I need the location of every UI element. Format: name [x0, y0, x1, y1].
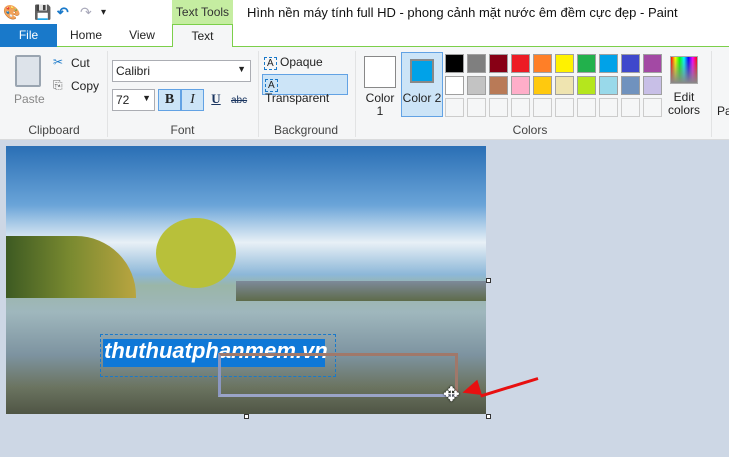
palette-swatch[interactable]	[599, 54, 618, 73]
palette-swatch[interactable]	[643, 54, 662, 73]
resize-handle-corner[interactable]	[486, 414, 491, 419]
tab-file[interactable]: File	[0, 24, 57, 47]
palette-swatch[interactable]	[489, 76, 508, 95]
palette-swatch[interactable]	[467, 76, 486, 95]
copy-button[interactable]: Copy	[71, 79, 99, 93]
font-family-select[interactable]: Calibri ▼	[112, 60, 251, 82]
background-group-label: Background	[273, 123, 339, 137]
palette-swatch[interactable]	[599, 76, 618, 95]
strikethrough-button[interactable]: abc	[231, 95, 247, 106]
opaque-label: Opaque	[280, 55, 323, 69]
palette-swatch[interactable]	[555, 98, 574, 117]
palette-swatch[interactable]	[533, 98, 552, 117]
undo-icon[interactable]: ↶	[57, 4, 69, 21]
tree	[156, 218, 236, 288]
palette-swatch[interactable]	[489, 54, 508, 73]
copy-icon: ⎘	[53, 78, 63, 92]
palette-swatch[interactable]	[533, 76, 552, 95]
palette-swatch[interactable]	[555, 54, 574, 73]
edit-colors-icon	[670, 56, 698, 84]
tab-text[interactable]: Text	[172, 24, 233, 48]
cut-button[interactable]: Cut	[71, 56, 90, 70]
resize-handle-bottom[interactable]	[244, 414, 249, 419]
window-title: Hình nền máy tính full HD - phong cảnh m…	[247, 5, 678, 20]
palette-swatch[interactable]	[621, 76, 640, 95]
palette-swatch[interactable]	[577, 76, 596, 95]
opaque-button[interactable]: A Opaque	[264, 55, 332, 73]
paint-app-icon[interactable]: 🎨	[3, 4, 20, 21]
resize-handle-right[interactable]	[486, 278, 491, 283]
palette-swatch[interactable]	[511, 76, 530, 95]
ribbon-tabs: File Home View Text	[0, 24, 729, 48]
paste-icon	[15, 55, 41, 87]
paste-button[interactable]: Paste	[14, 92, 45, 106]
clipboard-group-label: Clipboard	[28, 123, 80, 137]
palette-swatch[interactable]	[555, 76, 574, 95]
font-size-value: 72	[116, 93, 130, 107]
ribbon: Paste ✂ Cut ⎘ Copy Clipboard Calibri ▼ 72…	[0, 47, 729, 140]
tab-home[interactable]: Home	[62, 24, 110, 47]
font-size-select[interactable]: 72 ▼	[112, 89, 155, 111]
palette-swatch[interactable]	[467, 54, 486, 73]
redo-icon[interactable]: ↷	[80, 4, 92, 21]
palette-swatch[interactable]	[643, 76, 662, 95]
underline-button[interactable]: U	[208, 91, 224, 107]
chevron-down-icon: ▼	[142, 93, 151, 103]
mountains	[236, 281, 486, 301]
palette-swatch[interactable]	[489, 98, 508, 117]
image-canvas[interactable]: thuthuatphanmem.vn ✥	[6, 146, 486, 414]
color2-swatch	[410, 59, 434, 83]
text-tools-context-tab: Text Tools	[172, 0, 233, 24]
italic-button[interactable]: I	[181, 89, 204, 111]
color2-label: Color 2	[402, 91, 442, 105]
tree-line	[6, 236, 136, 298]
palette-swatch[interactable]	[621, 54, 640, 73]
palette-swatch[interactable]	[621, 98, 640, 117]
edit-colors-button[interactable]: Edit colors	[664, 91, 704, 117]
palette-swatch[interactable]	[577, 54, 596, 73]
customize-qat-icon[interactable]: ▾	[101, 7, 106, 18]
palette-swatch[interactable]	[445, 76, 464, 95]
cut-icon: ✂	[53, 55, 64, 69]
move-cursor-icon: ✥	[443, 384, 460, 406]
colors-group-label: Colors	[512, 123, 548, 137]
chevron-down-icon: ▼	[237, 64, 246, 74]
transparent-label: Transparent	[265, 91, 330, 105]
bold-button[interactable]: B	[158, 89, 181, 111]
transparent-button[interactable]: A Transparent	[262, 74, 348, 105]
color2-button[interactable]: Color 2	[401, 52, 443, 117]
title-bar: 🎨 💾 ↶ ↷ ▾ Text Tools Hình nền máy tính f…	[0, 0, 729, 24]
drag-outline	[218, 353, 458, 397]
opaque-icon: A	[264, 57, 277, 70]
palette-swatch[interactable]	[511, 98, 530, 117]
palette-swatch[interactable]	[577, 98, 596, 117]
color1-swatch[interactable]	[364, 56, 396, 88]
paint3d-button-partial[interactable]: Pa	[717, 104, 729, 118]
palette-swatch[interactable]	[511, 54, 530, 73]
red-arrow-shaft	[480, 377, 539, 398]
save-icon[interactable]: 💾	[34, 4, 51, 21]
palette-swatch[interactable]	[533, 54, 552, 73]
palette-swatch[interactable]	[643, 98, 662, 117]
palette-swatch[interactable]	[445, 54, 464, 73]
font-family-value: Calibri	[116, 64, 151, 78]
palette-swatch[interactable]	[467, 98, 486, 117]
palette-swatch[interactable]	[599, 98, 618, 117]
palette-swatch[interactable]	[445, 98, 464, 117]
tab-view[interactable]: View	[118, 24, 166, 47]
color1-button[interactable]: Color 1	[364, 92, 396, 118]
font-group-label: Font	[170, 123, 195, 137]
